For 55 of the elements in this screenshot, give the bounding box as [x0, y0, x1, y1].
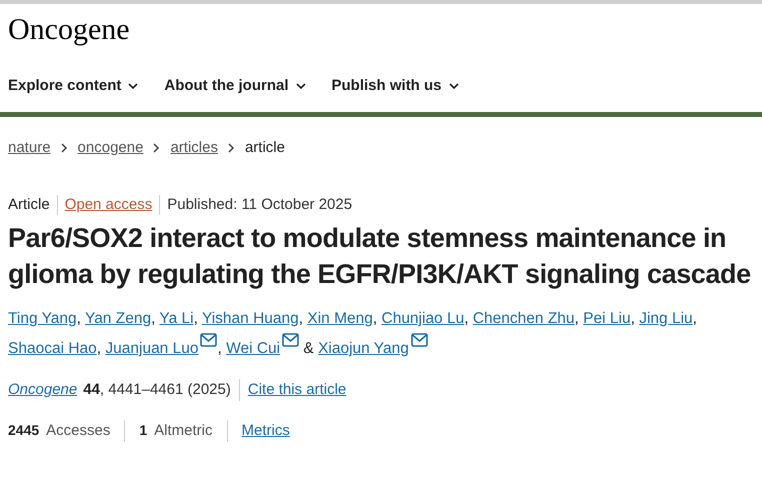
separator-text: , [76, 310, 81, 327]
author-link[interactable]: Jing Liu [639, 310, 693, 327]
email-icon[interactable] [282, 333, 300, 347]
metric-value: 1 [139, 421, 148, 440]
metric-label: Altmetric [154, 420, 212, 440]
separator-text: , [298, 310, 304, 327]
author-link[interactable]: Chenchen Zhu [472, 310, 575, 327]
author-link[interactable]: Ting Yang [8, 310, 77, 327]
author-link[interactable]: Pei Liu [583, 310, 631, 327]
separator-text: , [217, 340, 222, 357]
metrics-link[interactable]: Metrics [242, 420, 290, 442]
volume-number: 44 [83, 380, 100, 400]
separator-text: , [194, 310, 198, 327]
chevron-right-icon [60, 143, 68, 154]
email-icon[interactable] [200, 333, 218, 347]
published-date: Published: 11 October 2025 [167, 194, 352, 214]
nav-menu-button[interactable]: Explore content [8, 74, 138, 98]
author-link[interactable]: Yan Zeng [85, 310, 152, 327]
email-icon[interactable] [410, 333, 428, 347]
breadcrumb-current: article [244, 138, 285, 158]
metric-label: Accesses [46, 420, 110, 440]
chevron-down-icon [448, 82, 459, 90]
journal-link[interactable]: Oncogene [8, 379, 78, 402]
breadcrumb-link[interactable]: oncogene [78, 137, 144, 160]
author-link[interactable]: Wei Cui [226, 340, 280, 357]
separator-text: & [303, 340, 314, 357]
nav-menu-button[interactable]: About the journal [164, 74, 306, 98]
separator-text: , [96, 340, 102, 357]
cite-link[interactable]: Cite this article [248, 379, 346, 402]
separator-text: , [692, 310, 697, 327]
open-access-link[interactable]: Open access [64, 194, 152, 216]
journal-logo[interactable]: Oncogene [8, 13, 130, 46]
article-title: Par6/SOX2 interact to modulate stemness maintenance in glioma by regulating the EGFR/PI3K/AKT signaling cascade [8, 223, 751, 289]
separator-text: , [151, 310, 156, 327]
breadcrumb-link[interactable]: articles [170, 137, 218, 160]
author-link[interactable]: Yishan Huang [202, 310, 299, 327]
separator-text: , [574, 310, 579, 327]
nav-menu-button[interactable]: Publish with us [332, 74, 459, 98]
separator-text: , [372, 310, 378, 327]
author-link[interactable]: Shaocai Hao [8, 340, 97, 357]
author-link[interactable]: Xin Meng [307, 310, 373, 327]
breadcrumb-link[interactable]: nature [8, 137, 51, 160]
author-link[interactable]: Chunjiao Lu [382, 310, 464, 327]
chevron-right-icon [228, 143, 235, 154]
article-type: Article [8, 194, 50, 214]
metric-value: 2445 [8, 421, 40, 440]
page-range: , 4441–4461 (2025) [100, 380, 231, 400]
author-link[interactable]: Juanjuan Luo [105, 340, 198, 357]
separator-text: , [464, 310, 469, 327]
chevron-down-icon [296, 82, 306, 90]
author-link[interactable]: Ya Li [159, 310, 194, 327]
chevron-right-icon [153, 143, 160, 154]
author-link[interactable]: Xiaojun Yang [318, 340, 409, 357]
chevron-down-icon [128, 82, 138, 90]
separator-text: , [630, 310, 635, 327]
